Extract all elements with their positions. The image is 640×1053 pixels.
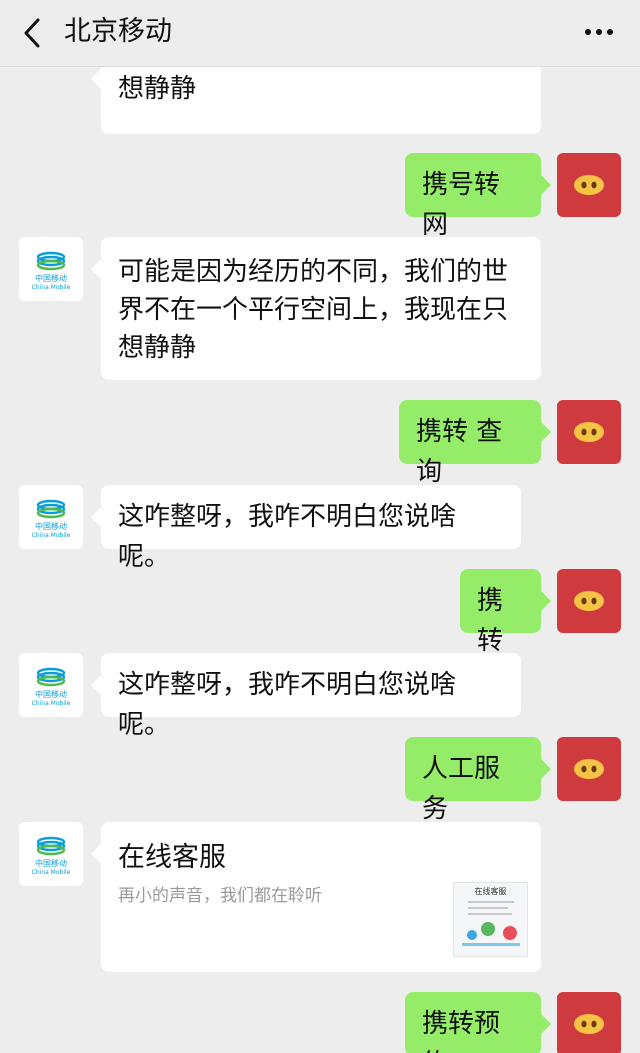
more-options-icon[interactable] — [584, 26, 614, 38]
message-text: 携转预约 — [422, 1009, 501, 1053]
pig-nose-icon — [574, 175, 604, 195]
user-avatar[interactable] — [557, 400, 621, 464]
message-bubble-received[interactable]: 可能是因为经历的不同，我们的世界不在一个平行空间上，我现在只想静静 — [91, 237, 541, 380]
logo-en: China Mobile — [32, 869, 71, 876]
logo-cn: 中国移动 — [35, 521, 67, 531]
message-bubble-sent[interactable]: 携号转网 — [405, 153, 551, 240]
bot-avatar[interactable]: 中国移动 China Mobile — [19, 237, 83, 301]
bot-avatar[interactable]: 中国移动 China Mobile — [19, 485, 83, 549]
pig-nose-icon — [574, 591, 604, 611]
china-mobile-logo-icon: 中国移动 China Mobile — [32, 499, 71, 539]
customer-service-illustration-icon — [462, 901, 520, 946]
logo-cn: 中国移动 — [35, 689, 67, 699]
user-avatar[interactable] — [557, 153, 621, 217]
back-arrow-icon[interactable] — [18, 16, 48, 50]
card-title: 在线客服 — [118, 842, 226, 873]
pig-nose-icon — [574, 422, 604, 442]
china-mobile-logo-icon: 中国移动 China Mobile — [32, 667, 71, 707]
message-list[interactable]: 想静静 携号转网 中国移动 China Mobile 可能是因为经历的不同，我们… — [0, 67, 640, 1053]
card-thumbnail: 在线客服 — [453, 882, 528, 957]
china-mobile-logo-icon: 中国移动 China Mobile — [32, 836, 71, 876]
logo-en: China Mobile — [32, 284, 71, 291]
logo-en: China Mobile — [32, 532, 71, 539]
chat-header: 北京移动 — [0, 0, 640, 67]
message-bubble-sent[interactable]: 携转预约 — [405, 992, 551, 1053]
logo-en: China Mobile — [32, 700, 71, 707]
message-text: 可能是因为经历的不同，我们的世界不在一个平行空间上，我现在只想静静 — [118, 257, 509, 363]
message-text: 想静静 — [118, 74, 197, 104]
message-bubble-sent[interactable]: 人工服务 — [405, 737, 551, 824]
message-bubble-received[interactable]: 想静静 — [91, 67, 541, 134]
message-bubble-received[interactable]: 这咋整呀，我咋不明白您说啥呢。 — [91, 653, 521, 740]
pig-nose-icon — [574, 759, 604, 779]
user-avatar[interactable] — [557, 737, 621, 801]
link-card[interactable]: 在线客服 再小的声音，我们都在聆听 在线客服 — [91, 822, 541, 972]
chat-title: 北京移动 — [64, 16, 172, 47]
bot-avatar[interactable]: 中国移动 China Mobile — [19, 822, 83, 886]
message-bubble-sent[interactable]: 携转 — [460, 569, 551, 656]
message-text: 这咋整呀，我咋不明白您说啥呢。 — [118, 502, 457, 572]
china-mobile-logo-icon: 中国移动 China Mobile — [32, 251, 71, 291]
user-avatar[interactable] — [557, 569, 621, 633]
logo-cn: 中国移动 — [35, 858, 67, 868]
user-avatar[interactable] — [557, 992, 621, 1053]
bot-avatar[interactable]: 中国移动 China Mobile — [19, 653, 83, 717]
message-bubble-sent[interactable]: 携转 查询 — [399, 400, 551, 487]
message-bubble-received[interactable]: 这咋整呀，我咋不明白您说啥呢。 — [91, 485, 521, 572]
card-description: 再小的声音，我们都在聆听 — [118, 886, 322, 906]
pig-nose-icon — [574, 1014, 604, 1034]
logo-cn: 中国移动 — [35, 273, 67, 283]
